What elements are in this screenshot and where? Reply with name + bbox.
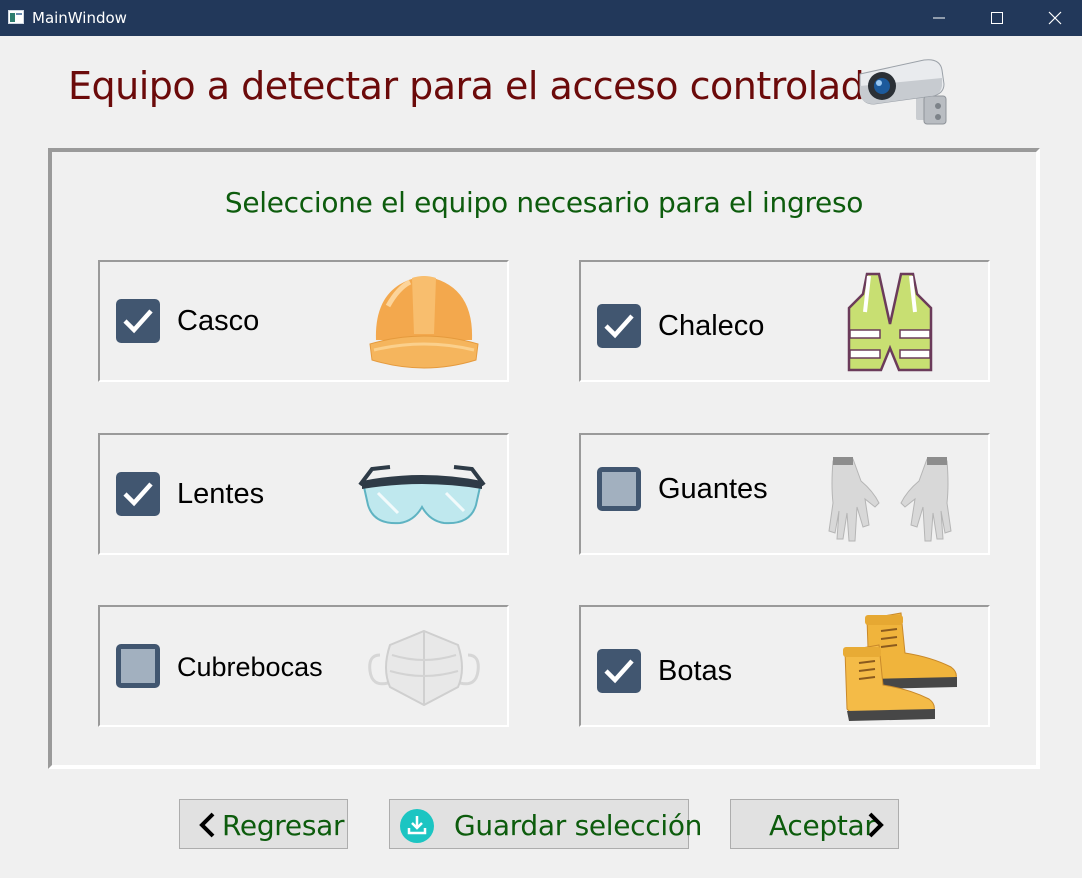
lentes-checkbox[interactable] (116, 472, 160, 516)
botas-checkbox[interactable] (597, 649, 641, 693)
face-mask-icon (368, 629, 480, 707)
window-titlebar: MainWindow (0, 0, 1082, 36)
back-button[interactable]: Regresar (179, 799, 348, 849)
checkmark-icon (123, 482, 153, 507)
security-camera-icon (859, 59, 947, 125)
cubrebocas-label: Cubrebocas (177, 652, 323, 682)
save-selection-label: Guardar selección (454, 809, 703, 842)
checkmark-icon (123, 309, 153, 334)
lentes-label: Lentes (177, 478, 265, 510)
maximize-icon (991, 12, 1003, 24)
accept-button-label: Aceptar (769, 809, 876, 842)
equipment-item-botas[interactable]: Botas (579, 605, 990, 727)
accept-button[interactable]: Aceptar (730, 799, 899, 849)
equipment-item-casco[interactable]: Casco (98, 260, 509, 382)
close-button[interactable] (1026, 0, 1082, 36)
minimize-icon (933, 17, 945, 19)
chaleco-checkbox[interactable] (597, 304, 641, 348)
equipment-item-lentes[interactable]: Lentes (98, 433, 509, 555)
checkmark-icon (604, 659, 634, 684)
save-selection-button[interactable]: Guardar selección (389, 799, 702, 849)
boots-icon (843, 612, 957, 721)
equipment-item-guantes[interactable]: Guantes (579, 433, 990, 555)
minimize-button[interactable] (910, 0, 968, 36)
guantes-label: Guantes (658, 473, 768, 505)
equipment-item-cubrebocas[interactable]: Cubrebocas (98, 605, 509, 727)
chevron-left-icon (199, 812, 215, 838)
download-icon (400, 809, 434, 843)
gloves-icon (828, 457, 952, 542)
close-icon (1048, 11, 1062, 25)
safety-vest-icon (847, 272, 933, 372)
botas-label: Botas (658, 655, 733, 687)
back-button-label: Regresar (222, 809, 345, 842)
app-icon (8, 10, 24, 24)
panel-subtitle: Seleccione el equipo necesario para el i… (224, 186, 864, 219)
equipment-item-chaleco[interactable]: Chaleco (579, 260, 990, 382)
safety-glasses-icon (358, 465, 486, 525)
window-title: MainWindow (32, 9, 127, 27)
guantes-checkbox[interactable] (597, 467, 641, 511)
checkmark-icon (604, 314, 634, 339)
casco-checkbox[interactable] (116, 299, 160, 343)
maximize-button[interactable] (968, 0, 1026, 36)
chevron-right-icon (868, 812, 884, 838)
page-title: Equipo a detectar para el acceso control… (68, 64, 888, 108)
hard-hat-icon (369, 276, 479, 369)
casco-label: Casco (177, 305, 260, 337)
chaleco-label: Chaleco (658, 310, 765, 342)
cubrebocas-checkbox[interactable] (116, 644, 160, 688)
